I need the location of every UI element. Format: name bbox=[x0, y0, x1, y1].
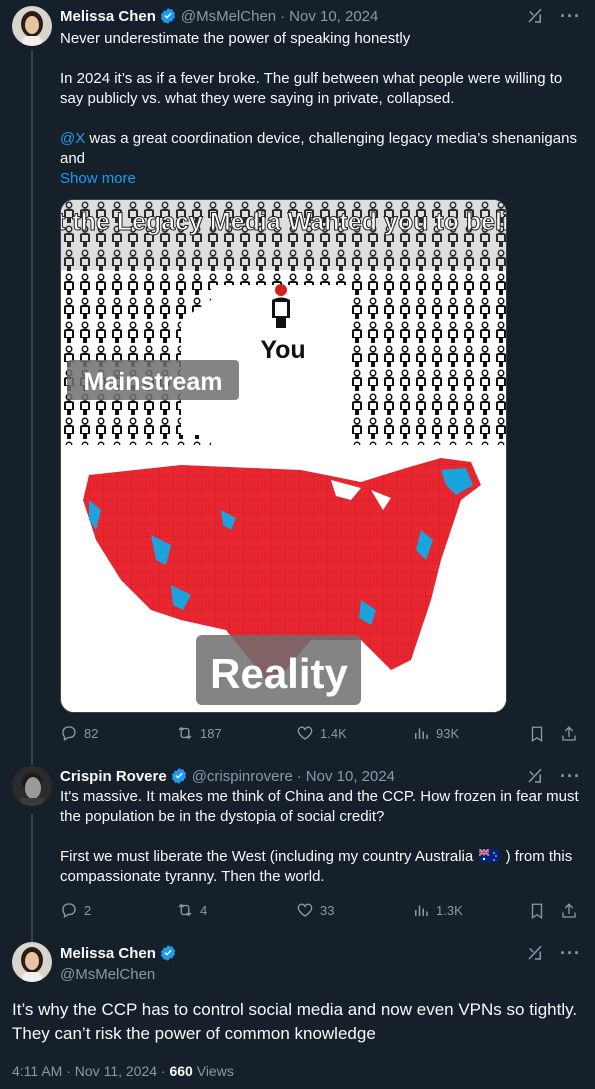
tweet-text: It's massive. It makes me think of China… bbox=[60, 787, 580, 887]
grok-icon[interactable] bbox=[526, 767, 544, 785]
grok-icon[interactable] bbox=[526, 7, 544, 25]
views-count: 660 bbox=[169, 1063, 193, 1079]
bookmark-icon[interactable] bbox=[528, 725, 546, 743]
reply-count: 82 bbox=[84, 725, 99, 741]
separator-dot: · bbox=[280, 7, 286, 25]
avatar[interactable] bbox=[12, 6, 52, 46]
verified-badge-icon bbox=[171, 768, 186, 784]
show-more-link[interactable]: Show more bbox=[60, 169, 580, 189]
thread-line bbox=[31, 50, 33, 765]
share-icon[interactable] bbox=[560, 725, 578, 743]
like-count: 33 bbox=[320, 902, 335, 918]
like-button[interactable]: 33 bbox=[296, 901, 334, 919]
views-button[interactable]: 1.3K bbox=[412, 901, 463, 919]
tweet-melissa-chen-1[interactable]: Melissa Chen @MsMelChen · Nov 10, 2024 ·… bbox=[0, 0, 595, 765]
views-count: 93K bbox=[436, 725, 460, 741]
separator-dot: · bbox=[160, 1063, 166, 1079]
timestamp[interactable]: Nov 10, 2024 bbox=[289, 8, 378, 25]
more-options-icon[interactable]: ··· bbox=[560, 7, 581, 25]
display-name[interactable]: Melissa Chen bbox=[60, 8, 156, 25]
avatar[interactable] bbox=[12, 766, 52, 806]
tweet-text-paragraph: First we must liberate the West (includi… bbox=[60, 847, 580, 887]
thread-line bbox=[31, 814, 33, 942]
header-actions: ··· bbox=[526, 7, 581, 25]
separator-dot: · bbox=[66, 1063, 71, 1079]
heart-icon bbox=[297, 726, 313, 740]
repost-icon bbox=[178, 726, 192, 740]
tweet-text: Never underestimate the power of speakin… bbox=[60, 29, 580, 189]
tweet-actions: 82 187 1.4K 93K bbox=[60, 724, 580, 744]
header-actions: ··· bbox=[526, 767, 581, 785]
handle[interactable]: @MsMelChen bbox=[60, 966, 155, 983]
tweet-meta: 4:11 AM · Nov 11, 2024 · 660 Views bbox=[12, 1063, 234, 1079]
tweet-text-paragraph: It's massive. It makes me think of China… bbox=[60, 788, 579, 825]
post-time[interactable]: 4:11 AM bbox=[12, 1063, 62, 1079]
tweet-text-paragraph: In 2024 it’s as if a fever broke. The gu… bbox=[60, 70, 563, 107]
repost-count: 187 bbox=[200, 725, 222, 741]
reply-count: 2 bbox=[84, 902, 92, 918]
tweet-header: Melissa Chen bbox=[60, 943, 181, 963]
views-count: 1.3K bbox=[436, 902, 463, 918]
like-button[interactable]: 1.4K bbox=[296, 724, 347, 742]
grok-icon[interactable] bbox=[526, 944, 544, 962]
tweet-text-continued: was a great coordination device, challen… bbox=[60, 130, 577, 167]
header-actions: ··· bbox=[526, 944, 581, 962]
views-label: Views bbox=[196, 1063, 234, 1079]
repost-count: 4 bbox=[200, 902, 208, 918]
like-count: 1.4K bbox=[320, 725, 347, 741]
more-options-icon[interactable]: ··· bbox=[560, 944, 581, 962]
meme-image[interactable]: what the Legacy Media Wanted you to beli… bbox=[60, 199, 507, 713]
meme-label-you: You bbox=[260, 336, 305, 364]
separator-dot: · bbox=[296, 767, 302, 785]
post-date[interactable]: Nov 11, 2024 bbox=[75, 1063, 157, 1079]
tweet-crispin-rovere[interactable]: Crispin Rovere @crispinrovere · Nov 10, … bbox=[0, 766, 595, 942]
avatar[interactable] bbox=[12, 942, 52, 982]
tweet-melissa-chen-focused: Melissa Chen @MsMelChen ··· It’s why the… bbox=[0, 940, 595, 1089]
views-chart-icon bbox=[415, 905, 428, 916]
tweet-text-line: Never underestimate the power of speakin… bbox=[60, 30, 411, 47]
tweet-text: It’s why the CCP has to control social m… bbox=[12, 1000, 578, 1043]
repost-button[interactable]: 187 bbox=[176, 724, 222, 742]
tweet-header: Crispin Rovere @crispinrovere · Nov 10, … bbox=[60, 766, 395, 786]
repost-button[interactable]: 4 bbox=[176, 901, 207, 919]
heart-icon bbox=[297, 903, 313, 917]
views-chart-icon bbox=[415, 728, 428, 739]
reply-button[interactable]: 82 bbox=[60, 724, 98, 742]
verified-badge-icon bbox=[160, 945, 175, 961]
meme-label-mainstream: Mainstream bbox=[84, 368, 223, 396]
meme-label-reality: Reality bbox=[210, 650, 348, 697]
display-name[interactable]: Crispin Rovere bbox=[60, 768, 167, 785]
handle[interactable]: @MsMelChen bbox=[181, 8, 276, 25]
tweet-actions: 2 4 33 1.3K bbox=[60, 901, 580, 921]
reply-button[interactable]: 2 bbox=[60, 901, 91, 919]
handle-row: @MsMelChen bbox=[60, 964, 155, 984]
tweet-text-part: First we must liberate the West (includi… bbox=[60, 848, 474, 865]
meme-caption-top: what the Legacy Media Wanted you to beli… bbox=[61, 208, 506, 236]
timestamp[interactable]: Nov 10, 2024 bbox=[306, 768, 395, 785]
handle[interactable]: @crispinrovere bbox=[192, 768, 293, 785]
reply-icon bbox=[62, 726, 76, 741]
verified-badge-icon bbox=[160, 8, 175, 24]
tweet-header: Melissa Chen @MsMelChen · Nov 10, 2024 bbox=[60, 6, 378, 26]
bookmark-icon[interactable] bbox=[528, 902, 546, 920]
tweet-text-paragraph: @X was a great coordination device, chal… bbox=[60, 129, 580, 169]
views-button[interactable]: 93K bbox=[412, 724, 459, 742]
share-icon[interactable] bbox=[560, 902, 578, 920]
mention-link[interactable]: @X bbox=[60, 130, 85, 147]
display-name[interactable]: Melissa Chen bbox=[60, 945, 156, 962]
australia-flag-icon bbox=[479, 849, 500, 862]
more-options-icon[interactable]: ··· bbox=[560, 767, 581, 785]
repost-icon bbox=[178, 903, 192, 917]
reply-icon bbox=[62, 903, 76, 918]
